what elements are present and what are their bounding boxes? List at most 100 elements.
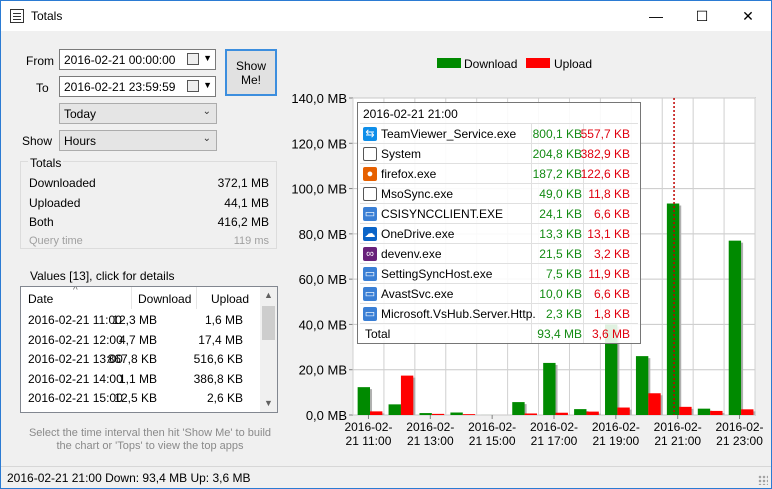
values-list-header: Date ^ Download Upload	[21, 287, 259, 309]
upload-bar	[741, 409, 754, 415]
tooltip-app-download: 13,3 KB	[539, 227, 582, 241]
tooltip-header: 2016-02-21 21:00	[363, 107, 458, 121]
download-bar	[512, 402, 525, 415]
x-tick-label: 2016-02-	[344, 420, 392, 434]
download-bar	[357, 387, 371, 415]
upload-bar	[710, 410, 723, 415]
upload-bar	[648, 393, 661, 415]
x-tick-label: 2016-02-	[654, 420, 702, 434]
upload-bar	[524, 413, 537, 415]
calendar-icon[interactable]	[187, 53, 199, 65]
tooltip-app-upload: 382,9 KB	[580, 147, 630, 161]
upload-bar	[431, 413, 445, 415]
tooltip-app-name: Microsoft.VsHub.Server.Http...	[381, 307, 536, 321]
cell-download: 12,3 MB	[112, 313, 157, 327]
from-datetime-picker[interactable]: 2016-02-21 00:00:00 ▼	[59, 49, 216, 70]
tooltip-app-row: ● firefox.exe 187,2 KB 122,6 KB	[360, 163, 638, 183]
period-dropdown[interactable]: Today ⌄	[59, 103, 217, 124]
values-list[interactable]: Date ^ Download Upload 2016-02-21 11:00 1…	[20, 286, 278, 413]
cell-download: 5,7 MB	[119, 411, 157, 413]
column-upload[interactable]: Upload	[211, 292, 249, 306]
column-date[interactable]: Date	[28, 292, 53, 306]
period-value: Today	[64, 107, 97, 121]
cell-date: 2016-02-21 16:00	[28, 411, 123, 413]
upload-bar	[370, 411, 383, 415]
scroll-up-icon[interactable]: ▲	[260, 287, 277, 304]
table-row[interactable]: 2016-02-21 13:00 867,8 KB 516,6 KB	[21, 350, 259, 368]
hint-text: Select the time interval then hit 'Show …	[28, 427, 272, 452]
minimize-button[interactable]: —	[633, 1, 679, 31]
cell-date: 2016-02-21 12:00	[28, 332, 123, 347]
show-me-button[interactable]: Show Me!	[225, 49, 277, 96]
column-separator	[196, 287, 197, 309]
download-bar	[574, 409, 587, 415]
tooltip-app-download: 7,5 KB	[545, 267, 582, 281]
x-tick-label: 2016-02-	[468, 420, 516, 434]
tooltip-app-row: ▭ SettingSyncHost.exe 7,5 KB 11,9 KB	[360, 263, 638, 283]
downloaded-label: Downloaded	[29, 176, 96, 190]
x-tick-label: 21 11:00	[346, 434, 392, 448]
x-tick-label: 21 15:00	[469, 434, 516, 448]
chevron-down-icon: ⌄	[202, 133, 211, 144]
tooltip-app-download: 24,1 KB	[539, 207, 582, 221]
values-label: Values [13], click for details	[30, 269, 175, 283]
tooltip-app-download: 800,1 KB	[532, 127, 582, 141]
table-row[interactable]: 2016-02-21 15:00 12,5 KB 2,6 KB	[21, 389, 259, 407]
uploaded-label: Uploaded	[29, 196, 81, 210]
cell-download: 4,7 MB	[118, 332, 157, 347]
visualstudio-icon: ∞	[363, 247, 377, 261]
upload-bar	[586, 411, 599, 415]
cell-upload: 386,8 KB	[193, 371, 243, 386]
scroll-thumb[interactable]	[262, 306, 275, 340]
table-row[interactable]: 2016-02-21 16:005,7 MB 669,0 KB	[21, 409, 259, 413]
cell-upload: 1,6 MB	[204, 313, 243, 327]
y-tick-label: 100,0 MB	[291, 182, 347, 197]
chevron-down-icon[interactable]: ▼	[203, 53, 212, 63]
chevron-down-icon[interactable]: ▼	[203, 80, 212, 90]
table-row[interactable]: 2016-02-21 12:00 4,7 MB 17,4 MB	[21, 331, 259, 349]
y-tick-label: 140,0 MB	[291, 91, 347, 106]
tooltip-app-row: ⇆ TeamViewer_Service.exe 800,1 KB 557,7 KB	[360, 123, 638, 143]
column-download[interactable]: Download	[138, 292, 191, 306]
to-value: 2016-02-21 23:59:59	[64, 80, 176, 94]
maximize-button[interactable]: ☐	[679, 1, 725, 31]
status-text: 2016-02-21 21:00 Down: 93,4 MB Up: 3,6 M…	[7, 471, 251, 485]
legend-download-swatch	[437, 58, 461, 68]
tooltip-total-label: Total	[365, 327, 391, 341]
show-granularity-dropdown[interactable]: Hours ⌄	[59, 130, 217, 151]
tooltip-app-download: 204,8 KB	[532, 147, 582, 161]
status-bar: 2016-02-21 21:00 Down: 93,4 MB Up: 3,6 M…	[1, 466, 771, 488]
x-tick-label: 21 23:00	[716, 434, 763, 448]
upload-bar	[679, 406, 692, 415]
table-row[interactable]: 2016-02-21 14:00 1,1 MB 386,8 KB	[21, 370, 259, 388]
cell-upload: 2,6 KB	[206, 391, 243, 405]
both-label: Both	[29, 215, 54, 229]
cell-date: 2016-02-21 15:00	[28, 391, 123, 405]
tooltip-app-row: ∞ devenv.exe 21,5 KB 3,2 KB	[360, 243, 638, 263]
values-list-scrollbar[interactable]: ▲ ▼	[260, 287, 277, 412]
download-bar	[666, 203, 680, 415]
totals-group-title: Totals	[28, 156, 64, 170]
to-datetime-picker[interactable]: 2016-02-21 23:59:59 ▼	[59, 76, 216, 97]
tooltip-app-download: 49,0 KB	[539, 187, 582, 201]
show-value: Hours	[64, 134, 97, 148]
table-row[interactable]: 2016-02-21 11:00 12,3 MB 1,6 MB	[21, 311, 259, 329]
tooltip-app-row: MsoSync.exe 49,0 KB 11,8 KB	[360, 183, 638, 203]
download-bar	[419, 413, 432, 415]
cloud-icon: ☁	[363, 227, 377, 241]
column-separator	[131, 287, 132, 309]
scroll-down-icon[interactable]: ▼	[260, 395, 277, 412]
tooltip-app-name: AvastSvc.exe	[381, 287, 454, 301]
tooltip-app-name: firefox.exe	[381, 167, 437, 181]
tooltip-app-download: 2,3 KB	[545, 307, 582, 321]
x-tick-label: 2016-02-	[530, 420, 578, 434]
upload-bar	[400, 375, 414, 415]
tooltip-app-name: MsoSync.exe	[381, 187, 454, 201]
uploaded-row: Uploaded 44,1 MB	[29, 196, 269, 210]
tooltip-app-name: SettingSyncHost.exe	[381, 267, 493, 281]
resize-grip[interactable]	[758, 475, 768, 485]
calendar-icon[interactable]	[187, 80, 199, 92]
close-button[interactable]: ✕	[725, 1, 771, 31]
tooltip-app-download: 187,2 KB	[532, 167, 582, 181]
system-icon	[363, 147, 377, 161]
